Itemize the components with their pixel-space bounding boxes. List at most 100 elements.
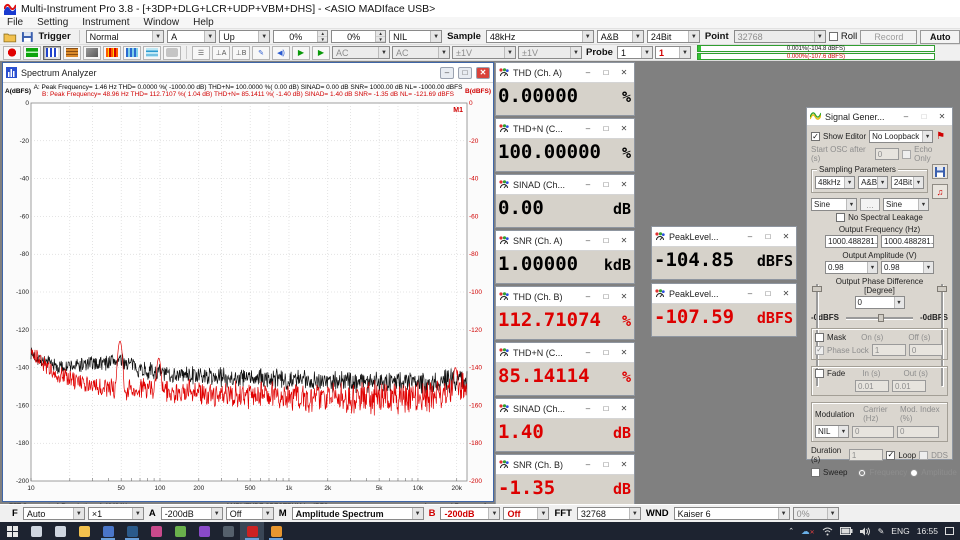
spectrum-mode-select[interactable]: Amplitude Spectrum▼	[292, 507, 424, 520]
minimize-button[interactable]: –	[581, 179, 595, 191]
probe-b-select[interactable]: 1▼	[655, 46, 691, 59]
trigger-edge-select[interactable]: Up▼	[219, 30, 270, 43]
taskbar-app-dark[interactable]	[216, 522, 240, 540]
roll-checkbox[interactable]	[829, 32, 838, 41]
language-indicator[interactable]: ENG	[891, 526, 909, 536]
spectrogram-button[interactable]	[103, 46, 121, 60]
close-icon[interactable]: ✕	[617, 459, 631, 471]
trigger-source-select[interactable]: A▼	[167, 30, 216, 43]
siggen-channels-select[interactable]: A&B▼	[858, 176, 888, 189]
close-icon[interactable]: ✕	[617, 123, 631, 135]
minimize-button[interactable]: –	[581, 403, 595, 415]
mask-checkbox[interactable]	[815, 333, 824, 342]
balance-slider[interactable]	[846, 314, 913, 322]
trigger-delay-spinner[interactable]: 0% ▲▼	[331, 30, 386, 43]
multimeter-button[interactable]	[63, 46, 81, 60]
spinner-buttons[interactable]: ▲▼	[375, 31, 385, 42]
fft-size-select[interactable]: 32768▼	[577, 507, 641, 520]
close-icon[interactable]: ✕	[617, 67, 631, 79]
maximize-button[interactable]: □	[599, 123, 613, 135]
music-notes-button[interactable]: ♫	[932, 184, 948, 199]
channels-select[interactable]: A&B▼	[597, 30, 644, 43]
calibrate-button[interactable]: ☰	[192, 46, 210, 60]
notification-icon[interactable]	[945, 527, 954, 535]
minimize-button[interactable]: –	[899, 111, 913, 123]
amplitude-b-select[interactable]: 0.98▼	[881, 261, 934, 274]
auto-button[interactable]: Auto	[920, 30, 960, 44]
sample-rate-select[interactable]: 48kHz▼	[486, 30, 594, 43]
trigger-hpf-select[interactable]: NIL▼	[389, 30, 442, 43]
taskbar-task-view[interactable]	[48, 522, 72, 540]
volume-icon[interactable]	[860, 527, 871, 536]
spinner-buttons[interactable]: ▲▼	[317, 31, 327, 42]
siggen-bits-select[interactable]: 24Bit▼	[891, 176, 924, 189]
maximize-button[interactable]: □	[599, 403, 613, 415]
signal-waves-button[interactable]	[143, 46, 161, 60]
zoom-select[interactable]: ×1▼	[88, 507, 144, 520]
spectrum-3d-button[interactable]	[83, 46, 101, 60]
derived-data-button[interactable]	[163, 46, 181, 60]
meter-sinadch-titlebar[interactable]: SINAD (Ch...–□✕	[496, 399, 634, 419]
data-logger-button[interactable]	[123, 46, 141, 60]
battery-icon[interactable]	[840, 527, 853, 535]
taskbar-visual-studio[interactable]	[192, 522, 216, 540]
zero-a-button[interactable]: ⊥A	[212, 46, 230, 60]
minimize-button[interactable]: –	[743, 231, 757, 243]
a-smoothing-select[interactable]: Off▼	[226, 507, 274, 520]
frequency-b-select[interactable]: 1000.488281․▼	[881, 235, 934, 248]
wifi-icon[interactable]	[822, 527, 833, 536]
save-icon[interactable]	[21, 31, 34, 43]
close-icon[interactable]: ✕	[935, 111, 949, 123]
spectrum-titlebar[interactable]: Spectrum Analyzer – □ ✕	[3, 63, 493, 83]
frequency-range-select[interactable]: Auto▼	[23, 507, 85, 520]
siggen-titlebar[interactable]: Signal Gener... – □ ✕	[807, 108, 952, 126]
close-icon[interactable]: ✕	[779, 288, 793, 300]
sweep-checkbox[interactable]	[811, 468, 820, 477]
menu-help[interactable]: Help	[186, 17, 221, 29]
minimize-button[interactable]: –	[581, 459, 595, 471]
pen-icon[interactable]: ✎	[878, 527, 885, 536]
close-icon[interactable]: ✕	[779, 231, 793, 243]
waveform-a-select[interactable]: Sine▼	[811, 198, 857, 211]
trigger-mode-select[interactable]: Normal▼	[86, 30, 164, 43]
taskbar-app-pink[interactable]	[144, 522, 168, 540]
siggen-rate-select[interactable]: 48kHz▼	[815, 176, 855, 189]
settings-tools-button[interactable]: ✎	[252, 46, 270, 60]
modulation-select[interactable]: NIL▼	[815, 425, 849, 438]
minimize-button[interactable]: –	[581, 123, 595, 135]
minimize-button[interactable]: –	[581, 347, 595, 359]
open-file-icon[interactable]	[3, 31, 18, 43]
close-icon[interactable]: ✕	[617, 403, 631, 415]
minimize-button[interactable]: –	[581, 235, 595, 247]
sound-device-button[interactable]: ◀)	[272, 46, 290, 60]
meter-snrcha-titlebar[interactable]: SNR (Ch. A)–□✕	[496, 231, 634, 251]
run-loop-button[interactable]: ▶	[312, 46, 330, 60]
spectrum-plot[interactable]: 00-20-20-40-40-60-60-80-80-100-100-120-1…	[3, 99, 493, 495]
no-spectral-leakage-checkbox[interactable]	[836, 213, 845, 222]
output-flag-button[interactable]: ⚑	[936, 131, 945, 142]
clock[interactable]: 16:55	[917, 526, 938, 536]
amplitude-a-select[interactable]: 0.98▼	[825, 261, 878, 274]
close-icon[interactable]: ✕	[476, 67, 490, 79]
meter-sinadch-titlebar[interactable]: SINAD (Ch...–□✕	[496, 175, 634, 195]
record-button[interactable]	[3, 46, 21, 60]
peak-level-meter-b-titlebar[interactable]: PeakLevel...–□✕	[652, 284, 796, 304]
bit-depth-select[interactable]: 24Bit▼	[647, 30, 700, 43]
maximize-button[interactable]: □	[599, 179, 613, 191]
window-function-select[interactable]: Kaiser 6▼	[674, 507, 790, 520]
meter-thd+nc-titlebar[interactable]: THD+N (C...–□✕	[496, 119, 634, 139]
close-icon[interactable]: ✕	[617, 347, 631, 359]
spectrum-analyzer-button[interactable]	[43, 46, 61, 60]
run-button[interactable]: ▶	[292, 46, 310, 60]
taskbar-app-vj[interactable]	[96, 522, 120, 540]
maximize-button[interactable]: □	[458, 67, 472, 79]
taskbar-start[interactable]	[0, 522, 24, 540]
menu-window[interactable]: Window	[137, 17, 187, 29]
tray-chevron-icon[interactable]: ⌃	[788, 527, 794, 535]
oscilloscope-button[interactable]	[23, 46, 41, 60]
phase-select[interactable]: 0▼	[855, 296, 905, 309]
maximize-button[interactable]: □	[599, 459, 613, 471]
close-icon[interactable]: ✕	[617, 235, 631, 247]
meter-thdcha-titlebar[interactable]: THD (Ch. A)–□✕	[496, 63, 634, 83]
close-icon[interactable]: ✕	[617, 179, 631, 191]
